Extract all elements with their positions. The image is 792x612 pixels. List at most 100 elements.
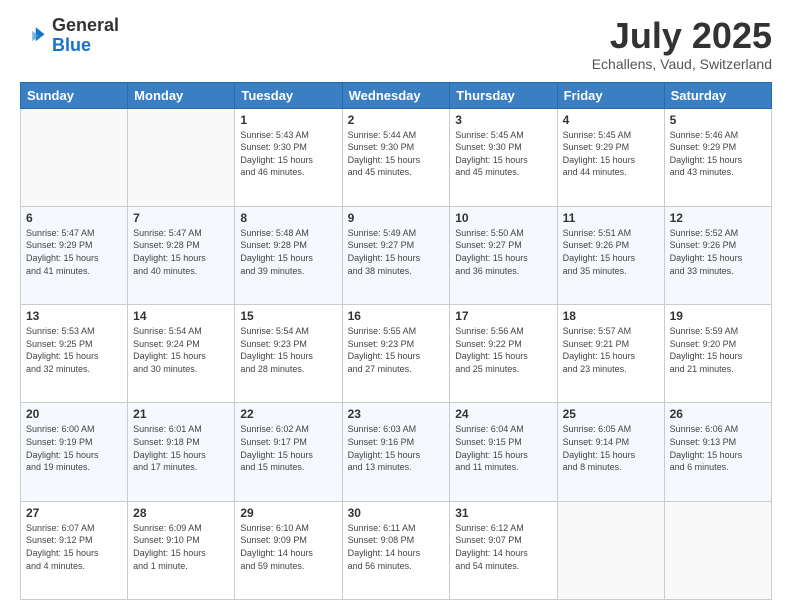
day-number: 10 — [455, 211, 551, 225]
day-number: 5 — [670, 113, 766, 127]
day-number: 14 — [133, 309, 229, 323]
day-info: Sunrise: 6:09 AM Sunset: 9:10 PM Dayligh… — [133, 522, 229, 572]
title-block: July 2025 Echallens, Vaud, Switzerland — [592, 16, 772, 72]
calendar-page: General Blue July 2025 Echallens, Vaud, … — [0, 0, 792, 612]
day-info: Sunrise: 6:02 AM Sunset: 9:17 PM Dayligh… — [240, 423, 336, 473]
calendar-table: Sunday Monday Tuesday Wednesday Thursday… — [20, 82, 772, 600]
day-number: 7 — [133, 211, 229, 225]
day-number: 11 — [563, 211, 659, 225]
day-number: 25 — [563, 407, 659, 421]
day-info: Sunrise: 5:44 AM Sunset: 9:30 PM Dayligh… — [348, 129, 445, 179]
day-number: 15 — [240, 309, 336, 323]
day-info: Sunrise: 6:07 AM Sunset: 9:12 PM Dayligh… — [26, 522, 122, 572]
col-saturday: Saturday — [664, 82, 771, 108]
day-info: Sunrise: 6:06 AM Sunset: 9:13 PM Dayligh… — [670, 423, 766, 473]
day-number: 30 — [348, 506, 445, 520]
day-info: Sunrise: 6:00 AM Sunset: 9:19 PM Dayligh… — [26, 423, 122, 473]
logo-icon — [20, 22, 48, 50]
table-cell: 11 Sunrise: 5:51 AM Sunset: 9:26 PM Dayli… — [557, 206, 664, 304]
table-cell: 15 Sunrise: 5:54 AM Sunset: 9:23 PM Dayli… — [235, 305, 342, 403]
day-info: Sunrise: 5:43 AM Sunset: 9:30 PM Dayligh… — [240, 129, 336, 179]
table-cell: 12Sunrise: 5:52 AM Sunset: 9:26 PM Dayli… — [664, 206, 771, 304]
day-number: 17 — [455, 309, 551, 323]
col-tuesday: Tuesday — [235, 82, 342, 108]
table-cell: 20 Sunrise: 6:00 AM Sunset: 9:19 PM Dayli… — [21, 403, 128, 501]
table-cell — [664, 501, 771, 599]
day-number: 26 — [670, 407, 766, 421]
day-number: 22 — [240, 407, 336, 421]
table-cell: 13 Sunrise: 5:53 AM Sunset: 9:25 PM Dayli… — [21, 305, 128, 403]
col-friday: Friday — [557, 82, 664, 108]
month-title: July 2025 — [592, 16, 772, 56]
table-cell: 4 Sunrise: 5:45 AM Sunset: 9:29 PM Daylig… — [557, 108, 664, 206]
table-cell: 6Sunrise: 5:47 AM Sunset: 9:29 PM Daylig… — [21, 206, 128, 304]
col-monday: Monday — [128, 82, 235, 108]
col-wednesday: Wednesday — [342, 82, 450, 108]
table-cell: 18Sunrise: 5:57 AM Sunset: 9:21 PM Dayli… — [557, 305, 664, 403]
week-row-2: 6Sunrise: 5:47 AM Sunset: 9:29 PM Daylig… — [21, 206, 772, 304]
day-info: Sunrise: 6:10 AM Sunset: 9:09 PM Dayligh… — [240, 522, 336, 572]
table-cell: 19Sunrise: 5:59 AM Sunset: 9:20 PM Dayli… — [664, 305, 771, 403]
col-thursday: Thursday — [450, 82, 557, 108]
table-cell — [557, 501, 664, 599]
day-info: Sunrise: 6:01 AM Sunset: 9:18 PM Dayligh… — [133, 423, 229, 473]
table-cell: 30 Sunrise: 6:11 AM Sunset: 9:08 PM Dayli… — [342, 501, 450, 599]
day-number: 13 — [26, 309, 122, 323]
table-cell: 31 Sunrise: 6:12 AM Sunset: 9:07 PM Dayli… — [450, 501, 557, 599]
location-subtitle: Echallens, Vaud, Switzerland — [592, 56, 772, 72]
day-number: 8 — [240, 211, 336, 225]
day-info: Sunrise: 6:11 AM Sunset: 9:08 PM Dayligh… — [348, 522, 445, 572]
week-row-4: 20 Sunrise: 6:00 AM Sunset: 9:19 PM Dayli… — [21, 403, 772, 501]
day-number: 3 — [455, 113, 551, 127]
day-number: 31 — [455, 506, 551, 520]
table-cell: 9Sunrise: 5:49 AM Sunset: 9:27 PM Daylig… — [342, 206, 450, 304]
calendar-header-row: Sunday Monday Tuesday Wednesday Thursday… — [21, 82, 772, 108]
table-cell: 24Sunrise: 6:04 AM Sunset: 9:15 PM Dayli… — [450, 403, 557, 501]
day-info: Sunrise: 5:47 AM Sunset: 9:28 PM Dayligh… — [133, 227, 229, 277]
day-info: Sunrise: 5:45 AM Sunset: 9:30 PM Dayligh… — [455, 129, 551, 179]
day-info: Sunrise: 6:05 AM Sunset: 9:14 PM Dayligh… — [563, 423, 659, 473]
table-cell: 7 Sunrise: 5:47 AM Sunset: 9:28 PM Daylig… — [128, 206, 235, 304]
table-cell: 26 Sunrise: 6:06 AM Sunset: 9:13 PM Dayli… — [664, 403, 771, 501]
day-info: Sunrise: 6:12 AM Sunset: 9:07 PM Dayligh… — [455, 522, 551, 572]
table-cell: 25 Sunrise: 6:05 AM Sunset: 9:14 PM Dayli… — [557, 403, 664, 501]
table-cell: 3 Sunrise: 5:45 AM Sunset: 9:30 PM Daylig… — [450, 108, 557, 206]
table-cell: 17Sunrise: 5:56 AM Sunset: 9:22 PM Dayli… — [450, 305, 557, 403]
week-row-5: 27Sunrise: 6:07 AM Sunset: 9:12 PM Dayli… — [21, 501, 772, 599]
header: General Blue July 2025 Echallens, Vaud, … — [20, 16, 772, 72]
day-number: 1 — [240, 113, 336, 127]
day-info: Sunrise: 6:04 AM Sunset: 9:15 PM Dayligh… — [455, 423, 551, 473]
day-info: Sunrise: 5:53 AM Sunset: 9:25 PM Dayligh… — [26, 325, 122, 375]
day-number: 20 — [26, 407, 122, 421]
day-number: 21 — [133, 407, 229, 421]
logo: General Blue — [20, 16, 119, 56]
day-info: Sunrise: 5:45 AM Sunset: 9:29 PM Dayligh… — [563, 129, 659, 179]
table-cell: 16Sunrise: 5:55 AM Sunset: 9:23 PM Dayli… — [342, 305, 450, 403]
day-number: 19 — [670, 309, 766, 323]
table-cell: 29Sunrise: 6:10 AM Sunset: 9:09 PM Dayli… — [235, 501, 342, 599]
logo-blue-text: Blue — [52, 35, 91, 55]
table-cell: 1 Sunrise: 5:43 AM Sunset: 9:30 PM Daylig… — [235, 108, 342, 206]
day-info: Sunrise: 6:03 AM Sunset: 9:16 PM Dayligh… — [348, 423, 445, 473]
table-cell: 5 Sunrise: 5:46 AM Sunset: 9:29 PM Daylig… — [664, 108, 771, 206]
day-info: Sunrise: 5:54 AM Sunset: 9:24 PM Dayligh… — [133, 325, 229, 375]
day-number: 18 — [563, 309, 659, 323]
table-cell: 28Sunrise: 6:09 AM Sunset: 9:10 PM Dayli… — [128, 501, 235, 599]
table-cell: 2 Sunrise: 5:44 AM Sunset: 9:30 PM Daylig… — [342, 108, 450, 206]
table-cell — [128, 108, 235, 206]
day-number: 23 — [348, 407, 445, 421]
day-info: Sunrise: 5:54 AM Sunset: 9:23 PM Dayligh… — [240, 325, 336, 375]
table-cell: 14 Sunrise: 5:54 AM Sunset: 9:24 PM Dayli… — [128, 305, 235, 403]
week-row-1: 1 Sunrise: 5:43 AM Sunset: 9:30 PM Daylig… — [21, 108, 772, 206]
day-number: 2 — [348, 113, 445, 127]
day-info: Sunrise: 5:46 AM Sunset: 9:29 PM Dayligh… — [670, 129, 766, 179]
day-info: Sunrise: 5:47 AM Sunset: 9:29 PM Dayligh… — [26, 227, 122, 277]
logo-general-text: General — [52, 15, 119, 35]
day-info: Sunrise: 5:50 AM Sunset: 9:27 PM Dayligh… — [455, 227, 551, 277]
table-cell: 8Sunrise: 5:48 AM Sunset: 9:28 PM Daylig… — [235, 206, 342, 304]
table-cell: 21 Sunrise: 6:01 AM Sunset: 9:18 PM Dayli… — [128, 403, 235, 501]
day-info: Sunrise: 5:51 AM Sunset: 9:26 PM Dayligh… — [563, 227, 659, 277]
day-info: Sunrise: 5:55 AM Sunset: 9:23 PM Dayligh… — [348, 325, 445, 375]
table-cell — [21, 108, 128, 206]
day-number: 4 — [563, 113, 659, 127]
